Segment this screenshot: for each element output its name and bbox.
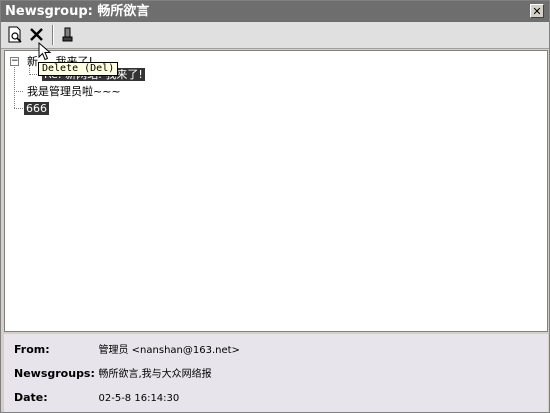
close-button[interactable]: ✕ (530, 4, 544, 18)
from-value: 管理员 <nanshan@163.net> (98, 345, 240, 356)
from-label: From: (14, 343, 50, 356)
mark-icon (62, 27, 73, 42)
date-row: Date: 02-5-8 16:14:30 (14, 391, 179, 406)
message-tree[interactable]: − 新 ... 我来了! Re: 新网站: 我来了! 我是管理员啦~~~ 666 (4, 50, 548, 332)
tree-line (14, 108, 23, 109)
date-value: 02-5-8 16:14:30 (98, 393, 180, 404)
newsgroup-window: Newsgroup: 畅所欲言 ✕ − 新 我来了! 我是管理员啦~~~ 666… (0, 0, 550, 413)
title-bar: Newsgroup: 畅所欲言 ✕ (1, 1, 549, 22)
tree-expander[interactable]: − (10, 57, 19, 66)
tree-line (14, 91, 23, 92)
mark-button[interactable] (57, 24, 79, 46)
tree-item[interactable]: 666 (24, 102, 49, 115)
window-title: Newsgroup: 畅所欲言 (5, 4, 150, 19)
date-label: Date: (14, 391, 48, 404)
from-row: From: 管理员 <nanshan@163.net> (14, 343, 240, 358)
toolbar-separator (52, 25, 54, 45)
toolbar (1, 22, 549, 49)
newsgroups-row: Newsgroups: 畅所欲言,我与大众网络报 (14, 367, 212, 382)
delete-tooltip: Delete (Del) (38, 62, 119, 76)
preview-button[interactable] (4, 24, 26, 46)
tree-item[interactable]: 我是管理员啦~~~ (27, 85, 121, 98)
message-details-panel: From: 管理员 <nanshan@163.net> Newsgroups: … (4, 334, 548, 412)
close-icon: ✕ (532, 4, 542, 18)
newsgroups-label: Newsgroups: (14, 367, 95, 380)
preview-icon (8, 26, 22, 43)
newsgroups-value: 畅所欲言,我与大众网络报 (98, 369, 212, 380)
mouse-cursor-icon (38, 42, 52, 61)
tree-line (14, 63, 15, 108)
